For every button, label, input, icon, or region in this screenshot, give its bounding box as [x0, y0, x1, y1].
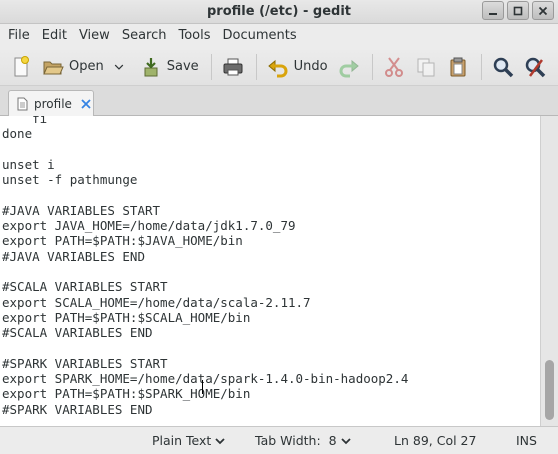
code-line: fi: [2, 116, 48, 126]
tab-profile[interactable]: profile: [8, 90, 94, 117]
code-line: unset i: [2, 156, 55, 172]
window-controls: [482, 1, 554, 20]
title-bar: profile (/etc) - gedit: [0, 0, 558, 24]
toolbar-separator: [255, 53, 257, 80]
save-label: Save: [166, 59, 199, 74]
close-icon: [538, 6, 548, 15]
new-document-icon: [14, 55, 29, 76]
toolbar-separator: [371, 53, 373, 80]
open-folder-icon: [43, 61, 64, 74]
open-label: Open: [69, 59, 104, 74]
menu-file[interactable]: File: [2, 24, 36, 48]
tab-strip: profile: [0, 86, 558, 117]
code-line: #SCALA VARIABLES END: [2, 325, 153, 341]
chevron-down-icon: [215, 437, 225, 444]
scrollbar-thumb[interactable]: [545, 360, 554, 420]
code-text: fi done unset i unset -f pathmunge #JAVA V…: [2, 116, 408, 417]
tab-label: profile: [34, 97, 72, 111]
paste-button[interactable]: [443, 52, 473, 82]
menu-bar: File Edit View Search Tools Documents: [0, 24, 558, 48]
code-line: unset -f pathmunge: [2, 172, 138, 188]
code-line: #JAVA VARIABLES START: [2, 202, 161, 218]
window-title: profile (/etc) - gedit: [207, 4, 351, 19]
undo-icon: [267, 59, 288, 77]
language-label: Plain Text: [152, 433, 212, 448]
code-line: export PATH=$PATH:$SPARK_HOME/bin: [2, 386, 251, 402]
paste-icon: [450, 57, 466, 76]
text-editor[interactable]: fi done unset i unset -f pathmunge #JAVA V…: [0, 116, 540, 426]
replace-icon: [525, 57, 545, 77]
tab-width-selector[interactable]: Tab Width: 8: [255, 433, 351, 448]
code-line: export JAVA_HOME=/home/data/jdk1.7.0_79: [2, 218, 296, 234]
code-line: export SCALA_HOME=/home/data/scala-2.11.…: [2, 294, 311, 310]
chevron-down-icon: [340, 437, 351, 444]
minimize-button[interactable]: [482, 1, 504, 20]
minimize-icon: [489, 12, 497, 15]
cut-icon: [384, 56, 403, 77]
find-button[interactable]: [488, 52, 518, 82]
undo-button[interactable]: Undo: [263, 52, 332, 82]
find-icon: [493, 57, 513, 77]
vertical-scrollbar[interactable]: [540, 116, 558, 426]
code-line: export SPARK_HOME=/home/data/spark-1.4.0…: [2, 371, 409, 387]
print-icon: [223, 58, 243, 75]
maximize-icon: [513, 6, 523, 15]
code-line: #JAVA VARIABLES END: [2, 248, 145, 264]
code-line: export PATH=$PATH:$JAVA_HOME/bin: [2, 233, 243, 249]
save-button[interactable]: Save: [136, 52, 203, 82]
replace-button[interactable]: [520, 52, 550, 82]
undo-label: Undo: [293, 59, 328, 74]
tab-width-label: Tab Width: 8: [255, 433, 337, 448]
menu-tools[interactable]: Tools: [172, 24, 216, 48]
copy-button[interactable]: [411, 52, 441, 82]
cursor-position: Ln 89, Col 27: [394, 433, 477, 448]
close-tab-icon[interactable]: [80, 98, 92, 110]
maximize-button[interactable]: [507, 1, 529, 20]
save-icon: [144, 57, 158, 76]
text-cursor: [202, 380, 203, 394]
code-line: export PATH=$PATH:$SCALA_HOME/bin: [2, 309, 251, 325]
code-line: #SCALA VARIABLES START: [2, 279, 168, 295]
insert-mode: INS: [516, 433, 537, 448]
redo-button[interactable]: [334, 52, 364, 82]
toolbar-separator: [210, 53, 212, 80]
copy-icon: [417, 58, 435, 76]
document-icon: [17, 97, 28, 111]
menu-edit[interactable]: Edit: [36, 24, 73, 48]
status-bar: Plain Text Tab Width: 8 Ln 89, Col 27 IN…: [0, 426, 558, 454]
open-button[interactable]: Open: [38, 52, 130, 82]
code-line: #SPARK VARIABLES END: [2, 401, 153, 417]
language-selector[interactable]: Plain Text: [152, 433, 225, 448]
toolbar-separator: [480, 53, 482, 80]
new-button[interactable]: [6, 52, 36, 82]
code-line: #SPARK VARIABLES START: [2, 355, 168, 371]
close-button[interactable]: [532, 1, 554, 20]
redo-icon: [339, 59, 359, 77]
menu-search[interactable]: Search: [116, 24, 173, 48]
menu-view[interactable]: View: [73, 24, 116, 48]
print-button[interactable]: [218, 52, 248, 82]
cut-button[interactable]: [379, 52, 409, 82]
chevron-down-icon[interactable]: [112, 60, 126, 74]
code-line: done: [2, 126, 33, 142]
menu-documents[interactable]: Documents: [217, 24, 303, 48]
toolbar: Open Save Undo: [0, 48, 558, 86]
